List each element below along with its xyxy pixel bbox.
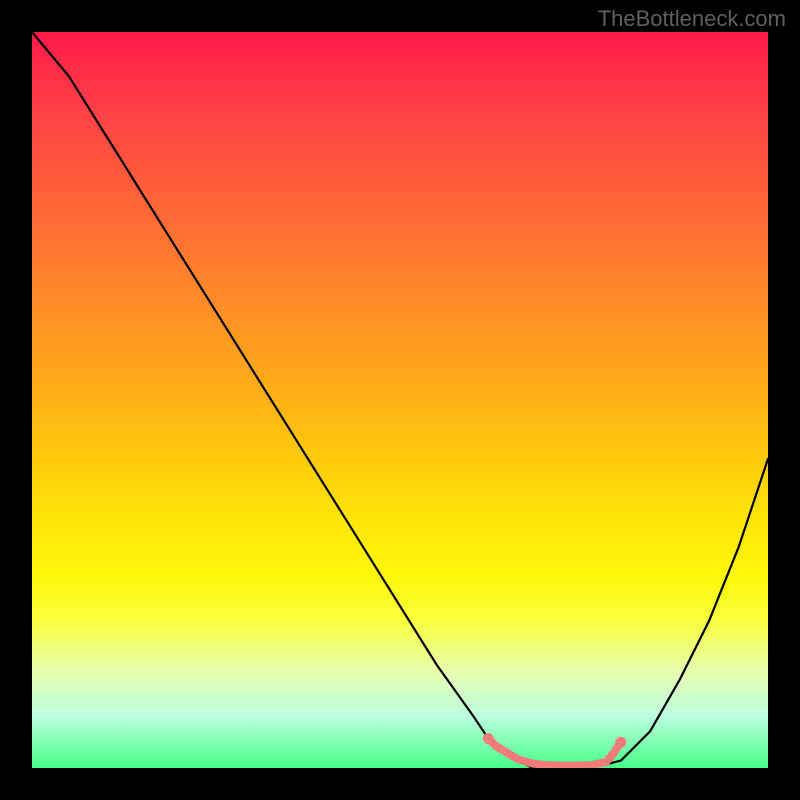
highlight-dot-right [615, 737, 626, 748]
plot-area [32, 32, 768, 768]
watermark-text: TheBottleneck.com [598, 6, 786, 32]
bottleneck-curve [32, 32, 768, 768]
chart-svg [32, 32, 768, 768]
highlight-band [488, 739, 621, 766]
highlight-dot-left [483, 733, 494, 744]
